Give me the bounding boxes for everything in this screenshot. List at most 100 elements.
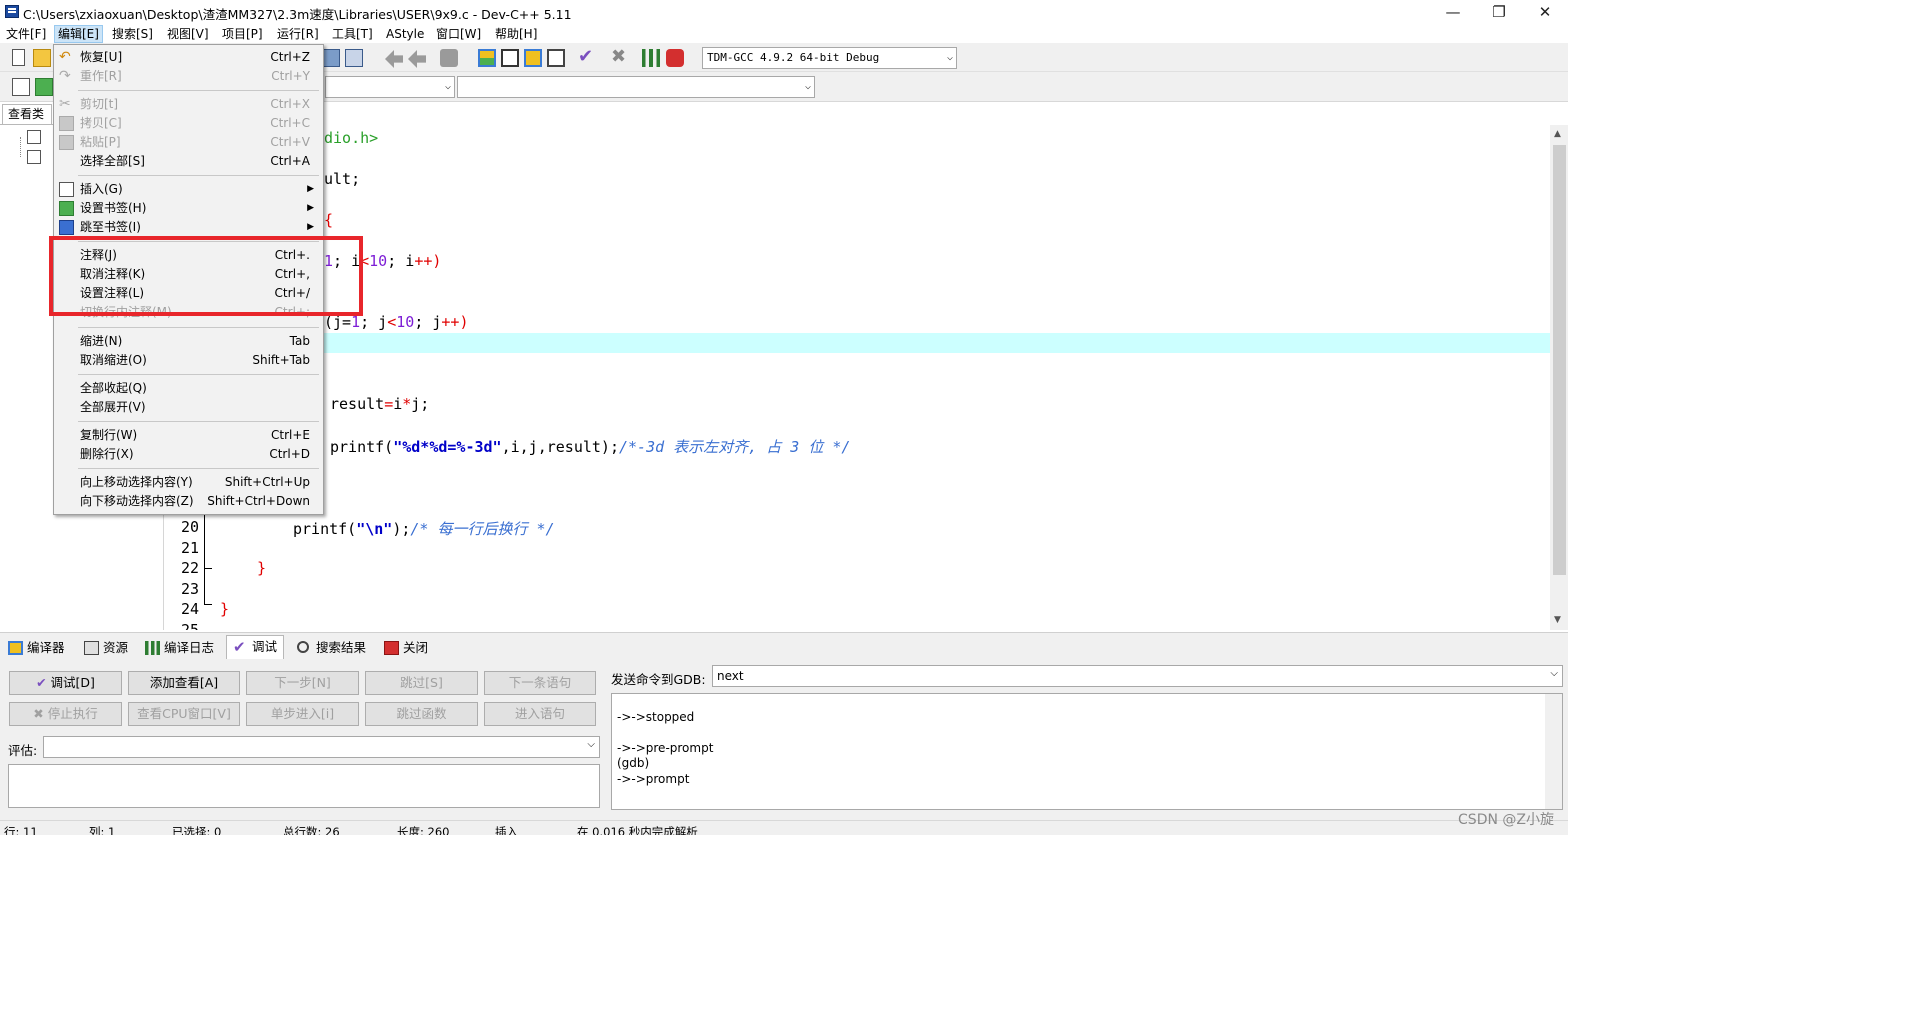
tab-close[interactable]: 关闭 bbox=[378, 637, 428, 659]
tree-node-icon[interactable] bbox=[27, 150, 41, 164]
scrollbar-thumb[interactable] bbox=[1553, 145, 1566, 575]
menu-item-goto-bookmark[interactable]: 跳至书签(I) ▶ bbox=[55, 218, 322, 237]
code-token: j; bbox=[411, 395, 430, 413]
compile-run-icon[interactable] bbox=[524, 49, 542, 67]
debug-button[interactable]: ✔ 调试[D] bbox=[9, 671, 122, 695]
menu-item-shortcut: Shift+Ctrl+Up bbox=[224, 475, 310, 489]
tab-compiler[interactable]: 编译器 bbox=[2, 637, 65, 659]
menu-item-label: 剪切[t] bbox=[80, 97, 119, 111]
menu-item-label: 插入(G) bbox=[80, 182, 123, 196]
gdb-output[interactable]: ->->stopped ->->pre-prompt (gdb) ->->pro… bbox=[611, 693, 1563, 810]
next-statement-button[interactable]: 下一条语句 bbox=[484, 671, 596, 695]
next-step-button[interactable]: 下一步[N] bbox=[246, 671, 359, 695]
menu-item-redo[interactable]: ↷ 重作[R] Ctrl+Y bbox=[55, 67, 322, 86]
menu-item-set-bookmark[interactable]: 设置书签(H) ▶ bbox=[55, 199, 322, 218]
code-editor[interactable] bbox=[215, 125, 1550, 630]
menu-item-duplicate-line[interactable]: 复制行(W) Ctrl+E bbox=[55, 426, 322, 445]
open-file-icon[interactable] bbox=[33, 49, 51, 67]
menu-astyle[interactable]: AStyle bbox=[383, 25, 427, 43]
compiler-select[interactable]: TDM-GCC 4.9.2 64-bit Debug ⌵ bbox=[702, 47, 957, 69]
insert-snippet-icon[interactable] bbox=[12, 78, 30, 96]
menu-item-delete-line[interactable]: 删除行(X) Ctrl+D bbox=[55, 445, 322, 464]
tab-resources[interactable]: 资源 bbox=[78, 637, 128, 659]
unindent-icon[interactable] bbox=[408, 50, 426, 68]
step-over-button[interactable]: 跳过[S] bbox=[365, 671, 478, 695]
menu-item-indent[interactable]: 缩进(N) Tab bbox=[55, 332, 322, 351]
stop-execution-icon[interactable]: ✖ bbox=[611, 48, 629, 66]
status-parse-time: 在 0.016 秒内完成解析 bbox=[577, 825, 698, 835]
rebuild-all-icon[interactable] bbox=[547, 49, 565, 67]
chevron-down-icon: ⌵ bbox=[444, 81, 451, 92]
tab-compile-log[interactable]: 编译日志 bbox=[139, 637, 214, 659]
goto-bookmark-icon[interactable] bbox=[35, 78, 53, 96]
copy-icon bbox=[59, 116, 74, 131]
menu-item-move-selection-up[interactable]: 向上移动选择内容(Y) Shift+Ctrl+Up bbox=[55, 473, 322, 492]
gdb-output-scrollbar[interactable] bbox=[1545, 694, 1562, 809]
minimize-button[interactable]: — bbox=[1430, 0, 1476, 24]
menu-item-paste[interactable]: 粘贴[P] Ctrl+V bbox=[55, 133, 322, 152]
menu-window[interactable]: 窗口[W] bbox=[433, 25, 484, 43]
step-into-statement-button[interactable]: 进入语句 bbox=[484, 702, 596, 726]
evaluate-result[interactable] bbox=[8, 764, 600, 808]
menu-view[interactable]: 视图[V] bbox=[164, 25, 212, 43]
menu-file[interactable]: 文件[F] bbox=[3, 25, 49, 43]
code-token: printf( bbox=[293, 520, 357, 538]
step-into-button[interactable]: 单步进入[i] bbox=[246, 702, 359, 726]
chevron-down-icon: ⌵ bbox=[804, 81, 811, 92]
menu-tools[interactable]: 工具[T] bbox=[329, 25, 376, 43]
tab-label: 搜索结果 bbox=[316, 640, 367, 655]
code-line: result=i*j; bbox=[330, 395, 429, 413]
skip-function-button[interactable]: 跳过函数 bbox=[365, 702, 478, 726]
profile-chart-icon[interactable] bbox=[642, 49, 660, 67]
class-select[interactable]: ⌵ bbox=[325, 76, 455, 98]
scroll-down-icon[interactable]: ▼ bbox=[1554, 615, 1561, 625]
view-cpu-window-button[interactable]: 查看CPU窗口[V] bbox=[128, 702, 240, 726]
menu-item-undo[interactable]: ↶ 恢复[U] Ctrl+Z bbox=[55, 48, 322, 67]
menu-item-label: 向上移动选择内容(Y) bbox=[80, 475, 193, 489]
member-select[interactable]: ⌵ bbox=[457, 76, 815, 98]
new-file-icon[interactable] bbox=[12, 49, 25, 66]
debug-check-icon[interactable]: ✔ bbox=[578, 48, 596, 66]
run-icon[interactable] bbox=[501, 49, 519, 67]
code-comment: /*-3d 表示左对齐, 占 3 位 */ bbox=[619, 438, 851, 456]
menu-item-cut[interactable]: ✂ 剪切[t] Ctrl+X bbox=[55, 95, 322, 114]
menu-item-expand-all[interactable]: 全部展开(V) bbox=[55, 398, 322, 417]
menu-item-shortcut: Ctrl+D bbox=[269, 447, 310, 461]
close-window-button[interactable]: ✕ bbox=[1522, 0, 1568, 24]
menu-item-label: 复制行(W) bbox=[80, 428, 138, 442]
tab-label: 资源 bbox=[103, 640, 129, 655]
menu-item-label: 全部收起(Q) bbox=[80, 381, 147, 395]
menu-item-collapse-all[interactable]: 全部收起(Q) bbox=[55, 379, 322, 398]
tab-search-results[interactable]: 搜索结果 bbox=[291, 637, 366, 659]
scroll-up-icon[interactable]: ▲ bbox=[1554, 129, 1561, 139]
tree-node-icon[interactable] bbox=[27, 130, 41, 144]
bookmark-icon bbox=[59, 201, 74, 216]
code-token: 10 bbox=[369, 252, 388, 270]
menu-item-unindent[interactable]: 取消缩进(O) Shift+Tab bbox=[55, 351, 322, 370]
menu-edit[interactable]: 编辑[E] bbox=[54, 25, 103, 43]
indent-left-icon[interactable] bbox=[385, 50, 403, 68]
compile-icon[interactable] bbox=[478, 49, 496, 67]
menu-item-copy[interactable]: 拷贝[C] Ctrl+C bbox=[55, 114, 322, 133]
add-watch-button[interactable]: 添加查看[A] bbox=[128, 671, 240, 695]
menu-item-label: 全部展开(V) bbox=[80, 400, 146, 414]
save-all-icon[interactable] bbox=[345, 49, 363, 67]
stop-execution-button[interactable]: ✖ 停止执行 bbox=[9, 702, 122, 726]
menu-help[interactable]: 帮助[H] bbox=[492, 25, 540, 43]
menu-search[interactable]: 搜索[S] bbox=[109, 25, 156, 43]
menu-run[interactable]: 运行[R] bbox=[274, 25, 322, 43]
menu-item-select-all[interactable]: 选择全部[S] Ctrl+A bbox=[55, 152, 322, 171]
menu-project[interactable]: 项目[P] bbox=[219, 25, 266, 43]
delete-profile-icon[interactable] bbox=[666, 49, 684, 67]
maximize-button[interactable]: ❐ bbox=[1476, 0, 1522, 24]
save-icon[interactable] bbox=[322, 49, 340, 67]
evaluate-input[interactable]: ⌵ bbox=[43, 736, 600, 758]
tab-class-view[interactable]: 查看类 bbox=[2, 104, 52, 124]
tab-debug[interactable]: ✔ 调试 bbox=[226, 635, 285, 659]
gdb-command-input[interactable]: next ⌵ bbox=[712, 665, 1563, 687]
menu-item-move-selection-down[interactable]: 向下移动选择内容(Z) Shift+Ctrl+Down bbox=[55, 492, 322, 511]
code-line: ult; bbox=[324, 170, 361, 188]
menu-item-insert[interactable]: 插入(G) ▶ bbox=[55, 180, 322, 199]
toggle-comment-icon[interactable] bbox=[440, 49, 458, 67]
menu-item-label: 恢复[U] bbox=[80, 50, 123, 64]
